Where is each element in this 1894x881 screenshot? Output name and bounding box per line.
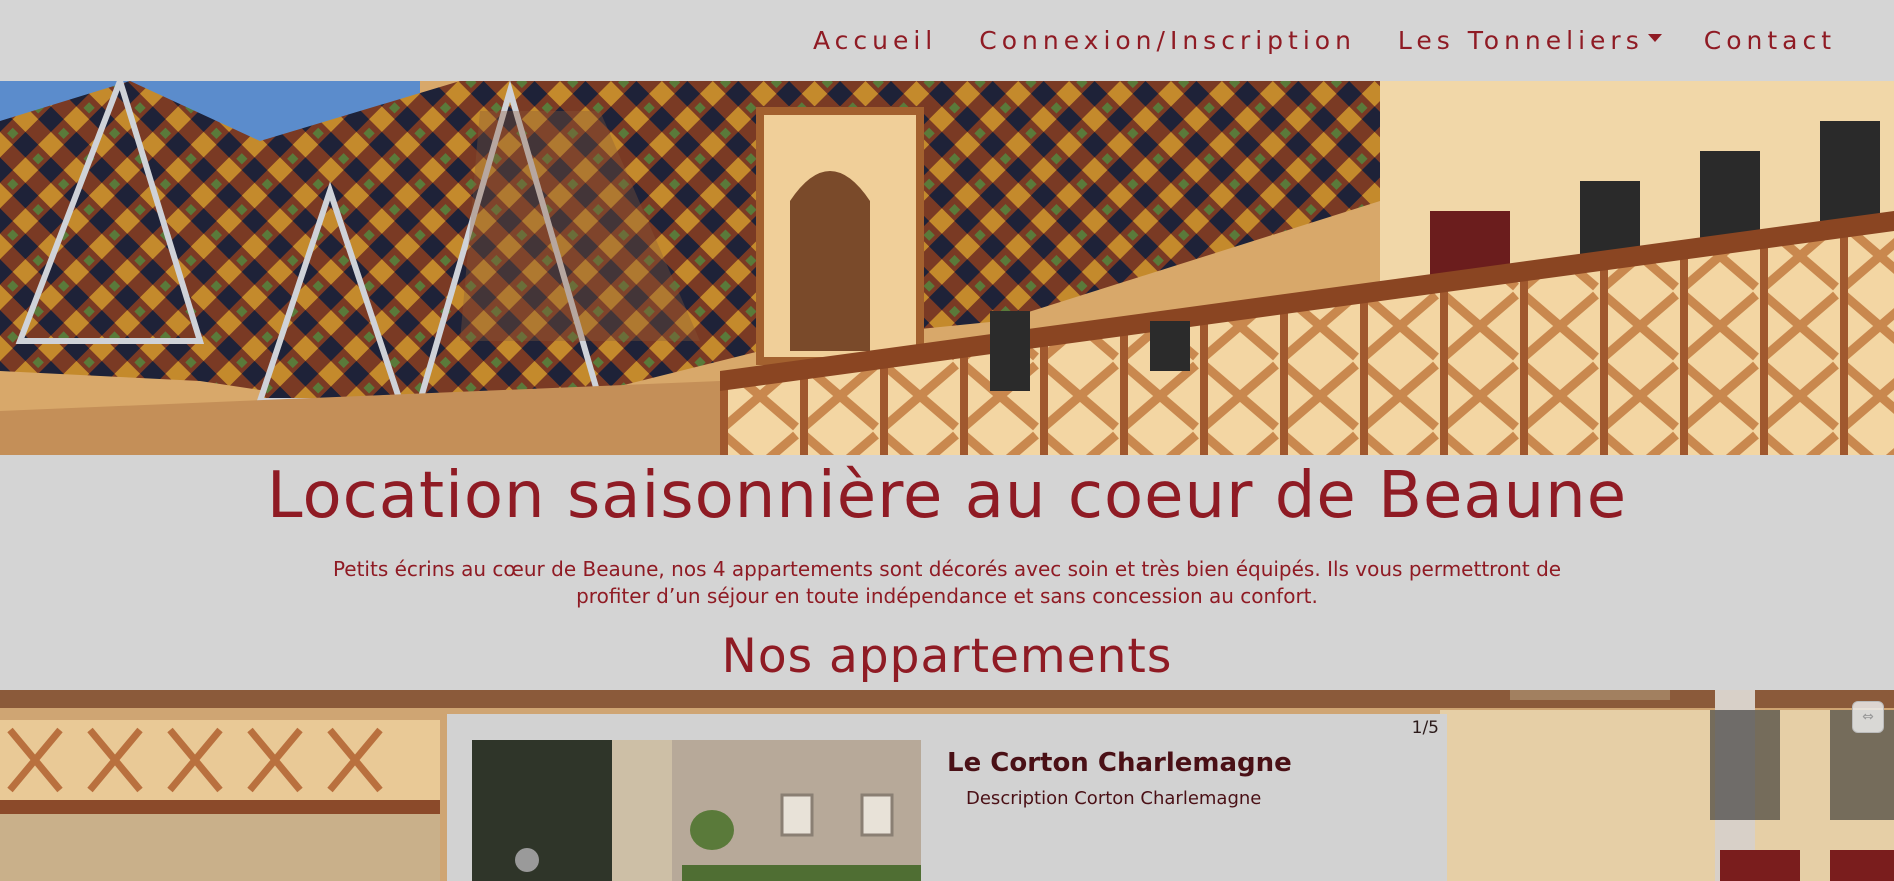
caret-down-icon	[1647, 33, 1662, 42]
carousel-counter: 1/5	[1411, 718, 1439, 738]
hero-image	[0, 81, 1894, 455]
page-title: Location saisonnière au coeur de Beaune	[266, 459, 1628, 533]
apartment-card[interactable]: 1/5 Le Corton Charlemagne Description Co…	[447, 714, 1447, 881]
nav-link-connexion[interactable]: Connexion/Inscription	[979, 26, 1356, 55]
apartment-photo	[472, 740, 921, 881]
apartment-photo-illustration	[472, 740, 921, 881]
nav-link-accueil[interactable]: Accueil	[813, 26, 937, 55]
apartment-title: Le Corton Charlemagne	[947, 748, 1292, 778]
nav-dropdown-tonneliers[interactable]: Les Tonneliers	[1398, 26, 1662, 55]
nav-link-label: Les Tonneliers	[1397, 26, 1644, 55]
main-navbar: Accueil Connexion/Inscription Les Tonnel…	[0, 0, 1894, 81]
nav-link-label: Connexion/Inscription	[979, 26, 1356, 55]
nav-link-label: Accueil	[812, 26, 938, 55]
nav-link-label: Contact	[1703, 26, 1836, 55]
intro-text: Petits écrins au cœur de Beaune, nos 4 a…	[332, 557, 1562, 608]
section-title: Nos appartements	[721, 629, 1173, 684]
apartment-description: Description Corton Charlemagne	[966, 788, 1262, 809]
nav-link-contact[interactable]: Contact	[1704, 26, 1836, 55]
hospices-roof-illustration	[0, 81, 1894, 455]
carousel-arrows-icon[interactable]: ⇔	[1852, 701, 1884, 733]
